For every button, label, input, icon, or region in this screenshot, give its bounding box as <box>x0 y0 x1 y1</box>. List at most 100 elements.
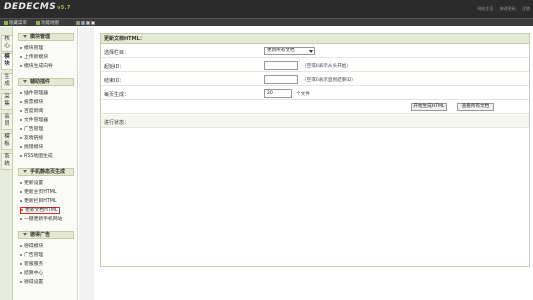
per-page-unit: 个文件 <box>296 92 310 97</box>
menu-item-update-home[interactable]: 更新主页HTML <box>20 189 57 196</box>
view-all-documents-button[interactable]: 查看所有文档 <box>457 103 494 111</box>
link-change-password[interactable]: 修改密码 <box>500 6 516 11</box>
collapse-icon <box>23 233 27 236</box>
bullet-icon <box>20 253 22 256</box>
bullet-icon <box>20 244 22 247</box>
bullet-icon <box>20 181 22 184</box>
end-id-label: 结束ID： <box>104 78 125 84</box>
menu-section-mobile-static[interactable]: 手机静态页生成 <box>18 168 74 176</box>
end-id-row: 结束ID： （空或0表示直到结束ID） <box>101 73 529 86</box>
theme-swatch-green[interactable] <box>76 21 80 25</box>
logo: DEDECMSv5.7 <box>4 2 71 14</box>
bullet-icon <box>20 46 22 49</box>
menu-item-settlement[interactable]: 结算中心 <box>20 270 43 277</box>
category-select-value: 更新所有文档 <box>267 48 295 53</box>
start-id-hint: （空或0表示从头开始） <box>302 64 351 69</box>
theme-swatch-light[interactable] <box>91 21 95 25</box>
menu-item-module-manage[interactable]: 模块管理 <box>20 45 43 52</box>
link-logout[interactable]: 注销 <box>522 6 530 11</box>
hide-menu-icon <box>4 20 8 25</box>
menu-item-update-mobile-site[interactable]: 一键更新手机网站 <box>20 216 62 223</box>
category-select[interactable]: 更新所有文档 <box>264 47 315 55</box>
bullet-icon <box>20 109 22 112</box>
function-map-link[interactable]: 功能地图 <box>36 20 59 26</box>
main-content: 更新文档HTML： 选择栏目： 更新所有文档 起始ID： （空或0表示从头开始）… <box>96 30 533 300</box>
start-id-input[interactable] <box>264 61 298 70</box>
menu-section-module-management[interactable]: 模块管理 <box>18 33 74 41</box>
bullet-icon <box>20 91 22 94</box>
link-home[interactable]: 网站主页 <box>477 6 493 11</box>
menu-item-friend-links[interactable]: 友情链接 <box>20 135 43 142</box>
end-id-hint: （空或0表示直到结束ID） <box>302 78 356 83</box>
vtab-members[interactable]: 会员 <box>1 113 12 130</box>
theme-swatch-blue[interactable] <box>81 21 85 25</box>
menu-item-update-documents[interactable]: 更新文档HTML <box>20 207 60 214</box>
category-label: 选择栏目： <box>104 50 130 56</box>
chevron-down-icon <box>309 50 313 53</box>
bullet-icon <box>20 136 22 139</box>
splitter[interactable] <box>79 27 94 300</box>
vtab-system[interactable]: 系统 <box>1 153 12 170</box>
bullet-icon <box>20 280 22 283</box>
start-id-label: 起始ID： <box>104 64 125 70</box>
theme-swatch-gray[interactable] <box>86 21 90 25</box>
bullet-icon <box>20 217 22 220</box>
per-page-input[interactable]: 20 <box>264 89 292 98</box>
vtab-core[interactable]: 核心 <box>1 35 12 52</box>
map-icon <box>36 20 40 25</box>
vtab-generate[interactable]: 生成 <box>1 73 12 90</box>
bullet-icon <box>20 118 22 121</box>
bullet-icon <box>20 145 22 148</box>
menu-item-upload-module[interactable]: 上传新模块 <box>20 54 48 61</box>
menu-item-baidu-news[interactable]: 百度新闻 <box>20 108 43 115</box>
bullet-icon <box>20 127 22 130</box>
bullet-icon <box>20 100 22 103</box>
version-label: v5.7 <box>57 5 71 11</box>
menu-item-file-manager[interactable]: 文件管理器 <box>20 117 48 124</box>
panel-title: 更新文档HTML： <box>101 34 529 44</box>
menu-item-customer-service[interactable]: 客服服务 <box>20 261 43 268</box>
hide-menu-label: 隐藏菜单 <box>9 21 27 26</box>
end-id-input[interactable] <box>264 75 298 84</box>
vtab-templates[interactable]: 模板 <box>1 133 12 150</box>
bullet-icon <box>20 154 22 157</box>
top-bar: DEDECMSv5.7 网站主页 修改密码 注销 <box>0 0 533 18</box>
menu-item-module-wizard[interactable]: 模块生成向导 <box>20 63 53 70</box>
bullet-icon <box>21 208 23 211</box>
sidebar-menu: 模块管理 模块管理 上传新模块 模块生成向导 辅助插件 插件管理器 投票模块 百… <box>14 27 78 300</box>
function-map-label: 功能地图 <box>41 21 59 26</box>
vtab-modules[interactable]: 模块 <box>1 53 12 70</box>
per-page-label: 每页生成： <box>104 92 130 98</box>
bullet-icon <box>20 64 22 67</box>
per-page-row: 每页生成： 20 个文件 <box>101 87 529 100</box>
collapse-icon <box>23 170 27 173</box>
nav-bar: 隐藏菜单 功能地图 <box>0 18 533 26</box>
update-documents-panel: 更新文档HTML： 选择栏目： 更新所有文档 起始ID： （空或0表示从头开始）… <box>100 33 530 267</box>
menu-section-dede-ads[interactable]: 德得广告 <box>18 231 74 239</box>
logo-text: DEDECMS <box>4 2 57 12</box>
menu-item-ads-manage[interactable]: 广告管理 <box>20 252 43 259</box>
bullet-icon <box>20 55 22 58</box>
menu-item-ad-manage[interactable]: 广告管理 <box>20 126 43 133</box>
menu-section-plugins[interactable]: 辅助插件 <box>18 78 74 86</box>
menu-item-error-report[interactable]: 挑错模块 <box>20 144 43 151</box>
menu-item-update-settings[interactable]: 更新设置 <box>20 180 43 187</box>
start-id-row: 起始ID： （空或0表示从头开始） <box>101 59 529 72</box>
menu-item-vote[interactable]: 投票模块 <box>20 99 43 106</box>
status-label: 进行状态： <box>104 120 130 126</box>
vtab-collect[interactable]: 采集 <box>1 93 12 110</box>
menu-item-dede-module[interactable]: 德得模块 <box>20 243 43 250</box>
menu-item-update-category[interactable]: 更新栏目HTML <box>20 198 57 205</box>
status-row: 进行状态： <box>101 115 529 128</box>
menu-item-dede-settings[interactable]: 德得设置 <box>20 279 43 286</box>
menu-item-rss-map[interactable]: RSS地图生成 <box>20 153 53 160</box>
top-links: 网站主页 修改密码 注销 <box>472 6 530 12</box>
hide-menu-link[interactable]: 隐藏菜单 <box>4 20 27 26</box>
bullet-icon <box>20 190 22 193</box>
category-row: 选择栏目： 更新所有文档 <box>101 45 529 58</box>
menu-item-plugin-manager[interactable]: 插件管理器 <box>20 90 48 97</box>
start-generate-button[interactable]: 开始生成HTML <box>411 103 447 111</box>
bullet-icon <box>20 271 22 274</box>
collapse-icon <box>23 35 27 38</box>
bullet-icon <box>20 262 22 265</box>
